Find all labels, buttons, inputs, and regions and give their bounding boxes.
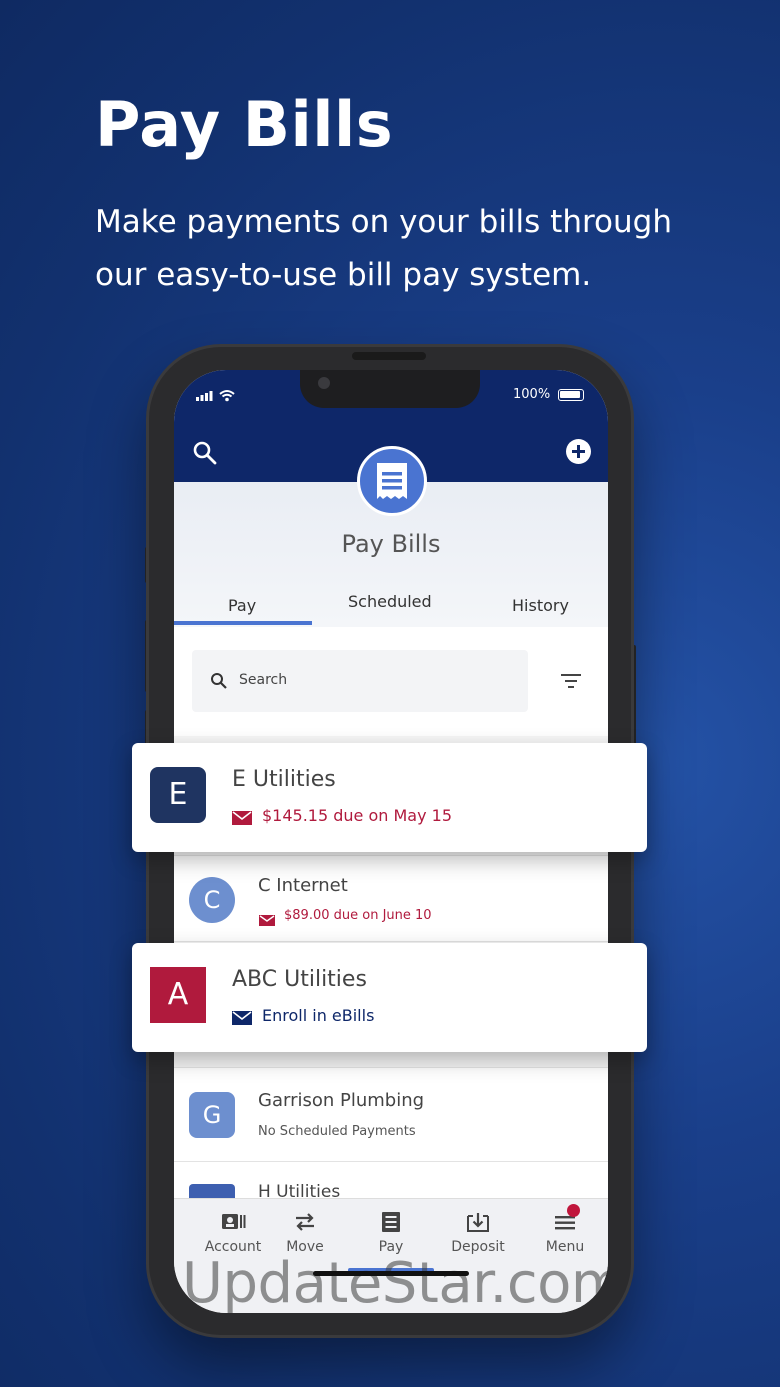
search-icon [210, 672, 228, 690]
phone-notch [300, 370, 480, 408]
watermark: UpdateStar.com [182, 1251, 608, 1313]
payee-avatar: G [189, 1092, 235, 1138]
bottom-nav: Account Move Pay Deposit Menu UpdateStar… [174, 1198, 608, 1313]
transfer-icon [296, 1213, 314, 1231]
nav-pay[interactable]: Pay [351, 1211, 431, 1255]
tab-scheduled[interactable]: Scheduled [348, 592, 432, 611]
promo-headline: Pay Bills [95, 88, 394, 161]
nav-account[interactable]: Account [193, 1211, 273, 1255]
battery-percent: 100% [513, 387, 551, 402]
signal-wifi-icon [196, 388, 238, 406]
payee-name: Garrison Plumbing [258, 1090, 425, 1111]
payee-avatar: A [150, 967, 206, 1023]
nav-deposit[interactable]: Deposit [438, 1211, 518, 1255]
payee-avatar: C [189, 877, 235, 923]
phone-side-button [631, 645, 636, 755]
payee-card[interactable]: E E Utilities $145.15 due on May 15 [132, 743, 647, 852]
payee-name: C Internet [258, 875, 348, 896]
active-tab-indicator [174, 621, 312, 625]
search-icon[interactable] [192, 440, 218, 466]
payee-status: No Scheduled Payments [258, 1124, 416, 1139]
mail-icon [232, 1010, 252, 1025]
bill-icon [357, 446, 427, 516]
payee-name: ABC Utilities [232, 967, 367, 992]
search-placeholder: Search [239, 672, 288, 688]
filter-icon[interactable] [560, 672, 582, 690]
nav-menu[interactable]: Menu [525, 1211, 605, 1255]
battery-icon [558, 389, 584, 401]
add-payee-icon[interactable] [566, 439, 591, 464]
deposit-icon [467, 1213, 489, 1232]
tab-history[interactable]: History [512, 596, 569, 615]
account-icon [222, 1214, 246, 1229]
home-indicator [313, 1271, 469, 1276]
bill-icon [382, 1212, 400, 1232]
list-item[interactable]: G Garrison Plumbing No Scheduled Payment… [174, 1068, 608, 1162]
payee-name: E Utilities [232, 767, 336, 792]
mail-icon [232, 810, 252, 825]
nav-move[interactable]: Move [265, 1211, 345, 1255]
promo-subline: Make payments on your bills through our … [95, 204, 672, 293]
notification-dot [567, 1204, 580, 1217]
payee-card[interactable]: A ABC Utilities Enroll in eBills [132, 943, 647, 1052]
payee-avatar: E [150, 767, 206, 823]
enroll-ebills-link[interactable]: Enroll in eBills [262, 1006, 374, 1025]
phone-speaker [352, 352, 426, 360]
mail-icon [259, 911, 275, 926]
camera-icon [318, 377, 330, 389]
payee-status: $145.15 due on May 15 [262, 806, 453, 825]
tab-pay[interactable]: Pay [228, 596, 256, 615]
page-title: Pay Bills [341, 530, 441, 558]
payee-status: $89.00 due on June 10 [284, 908, 432, 923]
search-input[interactable]: Search [192, 650, 528, 712]
list-item[interactable]: C C Internet $89.00 due on June 10 [174, 856, 608, 942]
